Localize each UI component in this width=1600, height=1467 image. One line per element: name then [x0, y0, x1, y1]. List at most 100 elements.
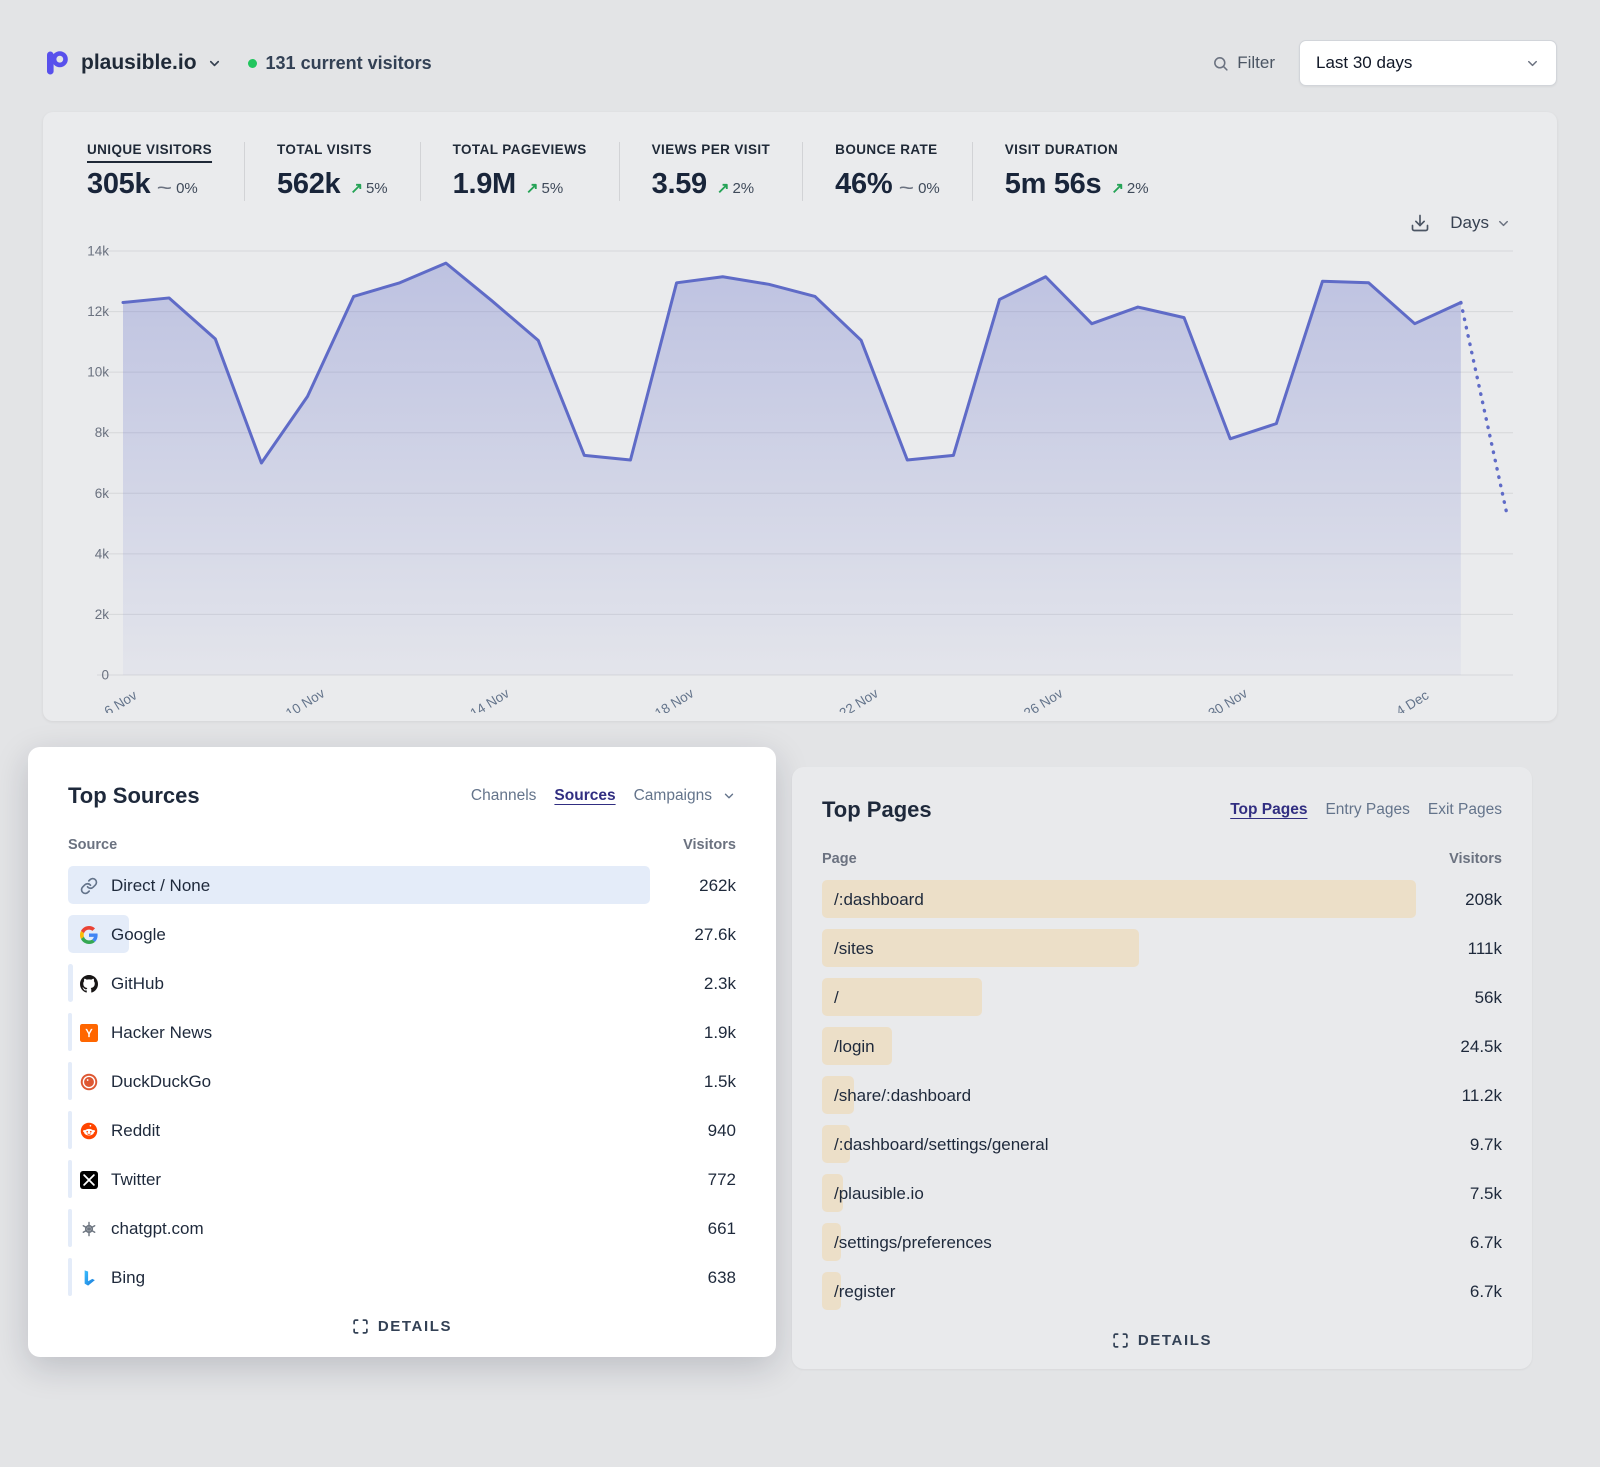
row-label: /:dashboard [822, 890, 924, 910]
sources-details-label: DETAILS [378, 1318, 452, 1335]
chevron-down-icon [1496, 216, 1511, 231]
row-label-text: Hacker News [111, 1023, 212, 1043]
row-label: /register [822, 1282, 895, 1302]
page-row-plausible-io[interactable]: /plausible.io 7.5k [822, 1169, 1502, 1218]
interval-value: Days [1450, 213, 1489, 233]
sources-tab-channels[interactable]: Channels [471, 787, 537, 805]
row-visitors-value: 772 [708, 1170, 736, 1190]
stat-bounce-rate[interactable]: BOUNCE RATE46%~0% [802, 142, 972, 201]
stat-visit-duration[interactable]: VISIT DURATION5m 56s↗2% [972, 142, 1181, 201]
chevron-down-icon [722, 789, 736, 803]
pages-tab-exit-pages[interactable]: Exit Pages [1428, 801, 1502, 819]
date-range-select[interactable]: Last 30 days [1299, 40, 1557, 86]
row-visitors-value: 638 [708, 1268, 736, 1288]
plausible-dashboard: plausible.io 131 current visitors Filter… [0, 0, 1600, 1369]
row-label: /:dashboard/settings/general [822, 1135, 1049, 1155]
x-icon [80, 1171, 98, 1189]
bing-icon [80, 1269, 98, 1287]
source-row-bing[interactable]: Bing 638 [68, 1253, 736, 1302]
sources-tab-campaigns[interactable]: Campaigns [634, 787, 712, 805]
top-pages-footer: DETAILS [822, 1332, 1502, 1349]
stat-value: 305k [87, 168, 150, 201]
row-visitors-value: 940 [708, 1121, 736, 1141]
source-row-hacker-news[interactable]: Hacker News1.9k [68, 1008, 736, 1057]
stat-value: 46% [835, 168, 892, 201]
download-icon[interactable] [1410, 213, 1430, 233]
svg-text:26 Nov: 26 Nov [1021, 685, 1065, 713]
search-icon [1212, 55, 1229, 72]
row-label-text: /login [834, 1037, 875, 1057]
row-visitors-value: 24.5k [1460, 1037, 1502, 1057]
pages-details-button[interactable]: DETAILS [1112, 1332, 1212, 1349]
page-row-dashboard[interactable]: /:dashboard208k [822, 875, 1502, 924]
stat-label: TOTAL VISITS [277, 142, 388, 157]
top-sources-card: Top Sources ChannelsSourcesCampaigns Sou… [28, 747, 776, 1357]
flat-trend-icon: ~ [157, 180, 172, 197]
row-visitors-value: 2.3k [704, 974, 736, 994]
source-row-direct-none[interactable]: Direct / None262k [68, 861, 736, 910]
svg-text:18 Nov: 18 Nov [652, 685, 696, 713]
page-row-settings-preferences[interactable]: /settings/preferences6.7k [822, 1218, 1502, 1267]
chevron-down-icon [1525, 56, 1540, 71]
sources-details-button[interactable]: DETAILS [352, 1318, 452, 1335]
svg-text:4 Dec: 4 Dec [1393, 687, 1431, 713]
analytics-card: UNIQUE VISITORS305k~0%TOTAL VISITS562k↗5… [43, 112, 1557, 721]
top-sources-rows: Direct / None262kGoogle27.6k GitHub 2.3k Ha… [68, 861, 736, 1302]
top-sources-header: Top Sources ChannelsSourcesCampaigns [68, 783, 736, 809]
page-row-share-dashboard[interactable]: /share/:dashboard11.2k [822, 1071, 1502, 1120]
source-row-chatgpt-com[interactable]: chatgpt.com661 [68, 1204, 736, 1253]
row-label-text: /plausible.io [834, 1184, 924, 1204]
row-label: / [822, 988, 839, 1008]
plausible-logo-icon [43, 49, 71, 77]
date-range-value: Last 30 days [1316, 53, 1412, 73]
svg-text:14 Nov: 14 Nov [468, 685, 512, 713]
page-row-register[interactable]: /register6.7k [822, 1267, 1502, 1316]
stat-label: TOTAL PAGEVIEWS [453, 142, 587, 157]
row-label: Bing [68, 1268, 145, 1288]
interval-select[interactable]: Days [1450, 213, 1511, 233]
row-label-text: Reddit [111, 1121, 160, 1141]
pages-tab-entry-pages[interactable]: Entry Pages [1325, 801, 1409, 819]
stat-value: 3.59 [652, 168, 707, 201]
stat-views-per-visit[interactable]: VIEWS PER VISIT3.59↗2% [619, 142, 803, 201]
page-row-dashboard-settings-general[interactable]: /:dashboard/settings/general9.7k [822, 1120, 1502, 1169]
row-visitors-value: 7.5k [1470, 1184, 1502, 1204]
visitors-column-header: Visitors [1449, 851, 1502, 867]
stat-change: ↗2% [717, 179, 754, 197]
site-name: plausible.io [81, 51, 197, 75]
top-pages-title: Top Pages [822, 797, 932, 823]
page-row-login[interactable]: /login 24.5k [822, 1022, 1502, 1071]
up-arrow-icon: ↗ [526, 179, 539, 197]
visitors-chart[interactable]: 02k4k6k8k10k12k14k6 Nov10 Nov14 Nov18 No… [67, 235, 1533, 713]
row-label: GitHub [68, 974, 164, 994]
filter-label: Filter [1237, 53, 1275, 73]
top-pages-rows: /:dashboard208k/sites111k/56k/login 24.5k… [822, 875, 1502, 1316]
source-row-google[interactable]: Google27.6k [68, 910, 736, 959]
stat-change: ~0% [902, 180, 939, 197]
top-sources-footer: DETAILS [68, 1318, 736, 1335]
top-sources-columns: Source Visitors [68, 837, 736, 853]
topbar: plausible.io 131 current visitors Filter… [0, 0, 1600, 112]
source-row-github[interactable]: GitHub 2.3k [68, 959, 736, 1008]
row-label: Direct / None [68, 876, 210, 896]
page-row-sites[interactable]: /sites111k [822, 924, 1502, 973]
filter-button[interactable]: Filter [1212, 53, 1275, 73]
stat-total-pageviews[interactable]: TOTAL PAGEVIEWS1.9M↗5% [420, 142, 619, 201]
top-pages-columns: Page Visitors [822, 851, 1502, 867]
pages-tab-top-pages[interactable]: Top Pages [1230, 801, 1307, 819]
up-arrow-icon: ↗ [1111, 179, 1124, 197]
live-dot-icon [248, 59, 257, 68]
current-visitors[interactable]: 131 current visitors [248, 53, 432, 74]
row-label-text: /settings/preferences [834, 1233, 992, 1253]
row-label-text: DuckDuckGo [111, 1072, 211, 1092]
visitors-column-header: Visitors [683, 837, 736, 853]
stat-total-visits[interactable]: TOTAL VISITS562k↗5% [244, 142, 420, 201]
site-picker[interactable]: plausible.io [43, 49, 222, 77]
sources-tab-sources[interactable]: Sources [554, 787, 615, 805]
source-row-duckduckgo[interactable]: DuckDuckGo1.5k [68, 1057, 736, 1106]
page-row-[interactable]: /56k [822, 973, 1502, 1022]
row-label-text: /register [834, 1282, 895, 1302]
source-row-twitter[interactable]: Twitter772 [68, 1155, 736, 1204]
source-row-reddit[interactable]: Reddit 940 [68, 1106, 736, 1155]
stat-unique-visitors[interactable]: UNIQUE VISITORS305k~0% [75, 142, 244, 201]
